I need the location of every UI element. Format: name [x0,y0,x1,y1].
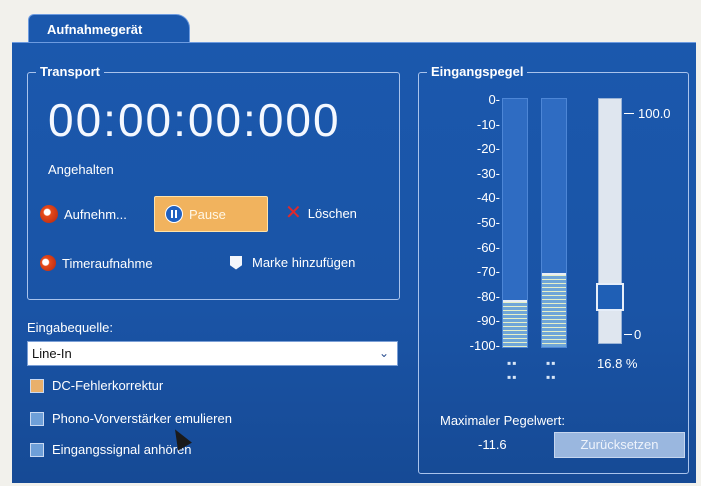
scale-tick-label: -20- [476,141,500,157]
timer-record-icon [40,255,56,271]
input-level-title: Eingangspegel [427,64,528,80]
checkbox-label: Eingangssignal anhören [52,442,192,457]
monitor-input-checkbox[interactable]: Eingangssignal anhören [30,442,192,457]
scale-tick-label: -70- [476,264,500,280]
scale-tick-label: -10- [476,116,500,132]
slider-max-label: 100.0 [638,106,671,121]
max-level-label: Maximaler Pegelwert: [440,413,565,428]
input-source-value: Line-In [32,346,72,361]
scale-tick-label: -60- [476,239,500,255]
tab-recording-device[interactable]: Aufnahmegerät [28,14,190,44]
record-button[interactable]: Aufnehm... [40,205,127,223]
level-meter-right-peak [542,273,566,275]
scale-tick-label: -80- [476,288,500,304]
close-icon: ✕ [285,202,302,224]
add-marker-label: Marke hinzufügen [252,255,356,270]
slider-max-tick [624,113,634,114]
checkbox-label: Phono-Vorverstärker emulieren [52,411,232,426]
chevron-down-icon: ⌄ [378,346,389,360]
transport-title: Transport [36,64,104,80]
scale-tick-label: -50- [476,215,500,230]
level-meter-left-fill [503,302,527,347]
transport-status: Angehalten [48,162,114,177]
timer-record-button[interactable]: Timeraufnahme [40,255,153,271]
scale-tick-label: -30- [476,165,500,181]
record-icon [40,205,58,223]
level-meter-right [541,98,567,348]
channel-right-icon: ▪▪ ▪▪ [546,356,557,384]
delete-label: Löschen [307,205,357,221]
scale-tick-label: -40- [476,190,500,206]
timecode-display: 00:00:00:000 [48,94,341,146]
record-label: Aufnehm... [64,206,127,222]
level-meter-left-peak [503,300,527,302]
level-meter-right-fill [542,275,566,347]
input-level-slider-thumb[interactable] [596,283,624,311]
scale-tick-label: -90- [476,313,500,329]
checkbox-box [30,442,44,457]
input-source-label: Eingabequelle: [27,320,114,335]
checkbox-box [30,411,44,426]
input-source-select[interactable]: Line-In ⌄ [27,341,398,366]
marker-icon [230,255,242,270]
dc-correction-checkbox[interactable]: DC-Fehlerkorrektur [30,378,163,393]
pause-icon [165,205,183,223]
delete-button[interactable]: ✕ Löschen [285,202,357,224]
slider-min-tick [624,334,632,335]
level-meter-left [502,98,528,348]
add-marker-button[interactable]: Marke hinzufügen [230,255,355,270]
phono-preamp-checkbox[interactable]: Phono-Vorverstärker emulieren [30,411,232,426]
slider-value: 16.8 % [597,356,638,371]
channel-left-icon: ▪▪ ▪▪ [507,356,518,384]
pause-button[interactable]: Pause [154,196,268,232]
slider-min-label: 0 [634,327,642,342]
checkbox-label: DC-Fehlerkorrektur [52,378,164,393]
checkbox-box [30,378,44,393]
scale-tick-label: 0- [488,92,500,107]
max-level-value: -11.6 [478,437,507,452]
scale-tick-label: -100- [469,338,500,353]
level-scale: 0- -10- -20- -30- -40- -50- -60- -70- -80- -90- -1… [446,92,500,362]
timer-record-label: Timeraufnahme [62,255,153,271]
pause-label: Pause [189,206,226,222]
reset-button[interactable]: Zurücksetzen [554,432,685,458]
